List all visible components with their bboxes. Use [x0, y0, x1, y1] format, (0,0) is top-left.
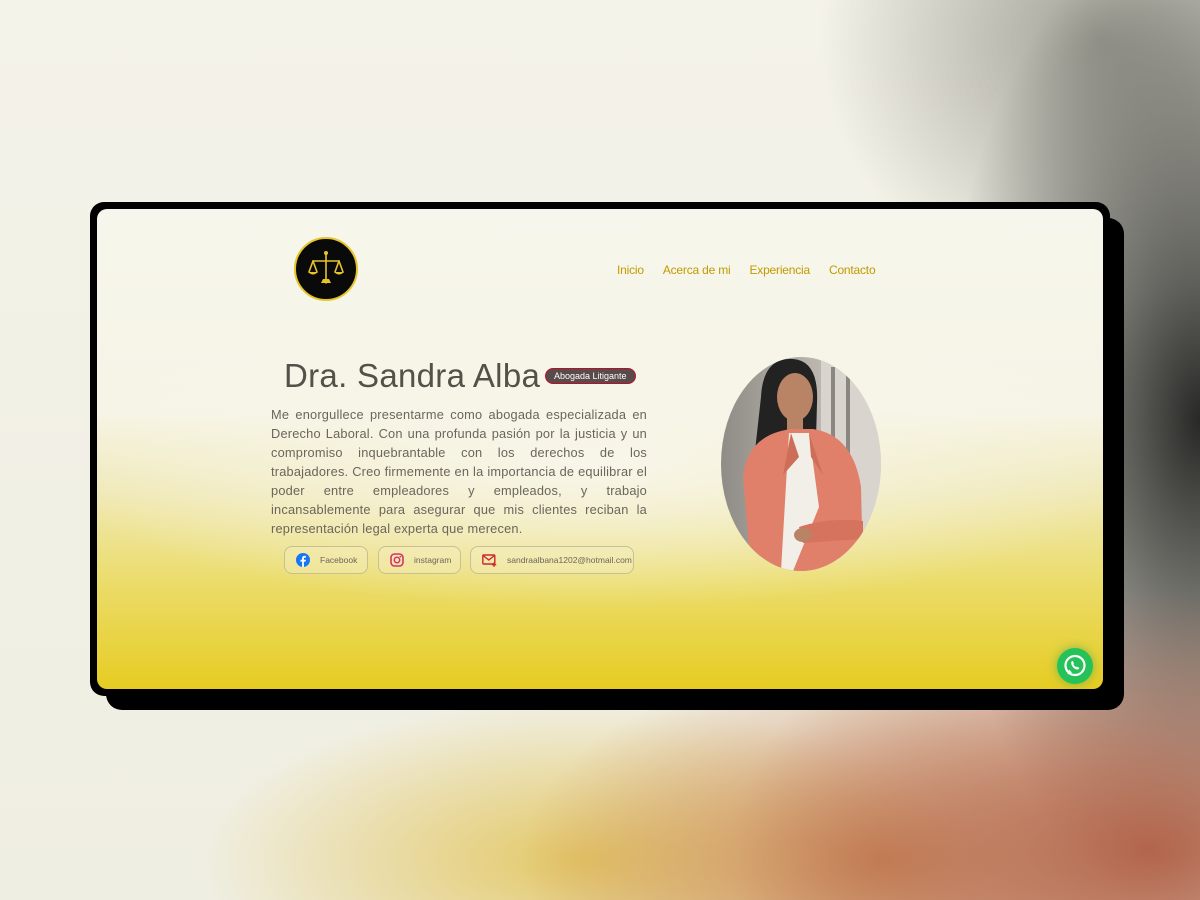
nav-experiencia[interactable]: Experiencia	[749, 263, 810, 277]
nav-acerca-de-mi[interactable]: Acerca de mi	[663, 263, 731, 277]
mail-icon	[482, 553, 497, 567]
profile-photo	[721, 357, 881, 571]
instagram-icon	[390, 553, 404, 567]
page-title: Dra. Sandra Alba	[284, 357, 541, 394]
whatsapp-button[interactable]	[1057, 648, 1093, 684]
main-nav: Inicio Acerca de mi Experiencia Contacto	[617, 263, 876, 277]
logo[interactable]	[294, 237, 358, 301]
nav-inicio[interactable]: Inicio	[617, 263, 644, 277]
scales-of-justice-icon	[308, 251, 344, 284]
browser-window: Inicio Acerca de mi Experiencia Contacto…	[90, 202, 1110, 696]
instagram-button[interactable]: instagram	[378, 546, 461, 574]
whatsapp-icon	[1064, 654, 1086, 677]
nav-contacto[interactable]: Contacto	[829, 263, 876, 277]
bio-paragraph: Me enorgullece presentarme como abogada …	[271, 407, 647, 536]
email-label: sandraalbana1202@hotmail.com	[507, 555, 632, 565]
facebook-label: Facebook	[320, 555, 358, 565]
landing-page: Inicio Acerca de mi Experiencia Contacto…	[97, 209, 1103, 689]
profession-badge: Abogada Litigante	[545, 368, 636, 384]
email-button[interactable]: sandraalbana1202@hotmail.com	[470, 546, 634, 574]
facebook-icon	[296, 553, 310, 567]
facebook-button[interactable]: Facebook	[284, 546, 368, 574]
instagram-label: instagram	[414, 555, 452, 565]
